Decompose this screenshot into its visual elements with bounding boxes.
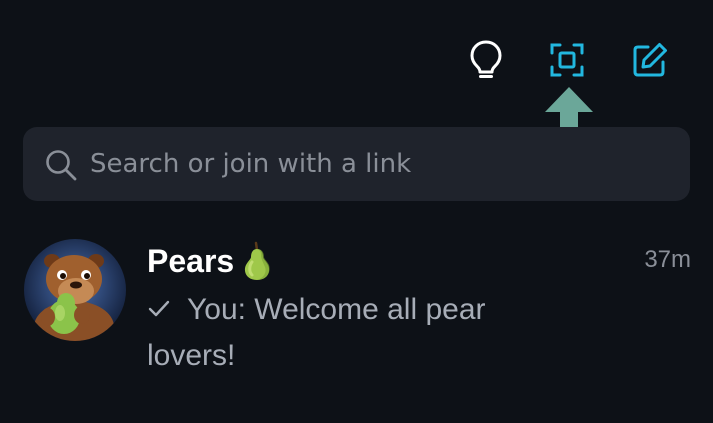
search-input[interactable] [90, 145, 670, 183]
compose-icon [633, 43, 667, 77]
avatar [24, 239, 126, 341]
lightbulb-icon [470, 40, 502, 78]
scan-code-button[interactable] [543, 36, 591, 84]
capybara-with-pear-avatar [24, 239, 126, 341]
chat-timestamp: 37m [644, 246, 691, 273]
tips-button[interactable] [462, 36, 510, 84]
chat-name: Pears [147, 243, 235, 279]
qr-scan-icon [550, 43, 584, 77]
search-icon [46, 150, 77, 181]
chat-preview-text: You: Welcome all pear lovers! [147, 293, 486, 372]
top-toolbar [0, 36, 713, 84]
check-icon [148, 300, 170, 317]
new-chat-button[interactable] [626, 36, 674, 84]
chat-list-item[interactable]: Pears 37m You: Welcome all pear lovers! [0, 225, 713, 375]
chat-preview: You: Welcome all pear lovers! [147, 287, 567, 379]
pear-icon [244, 241, 270, 280]
